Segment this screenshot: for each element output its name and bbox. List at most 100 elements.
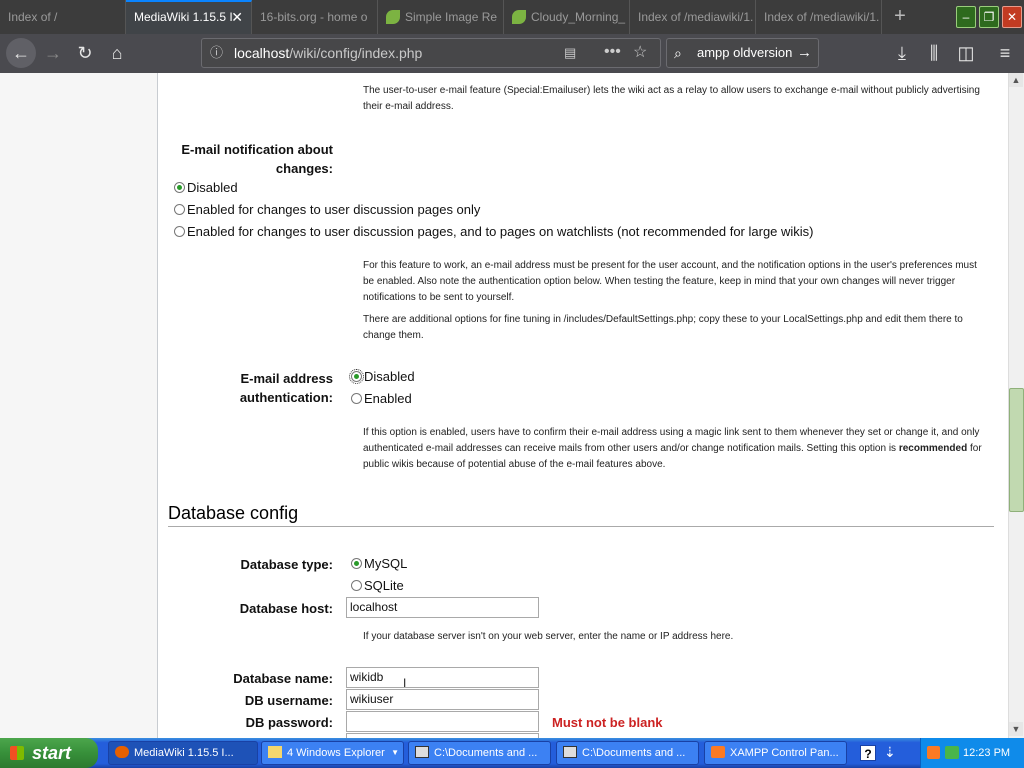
radio-selected-icon[interactable] (174, 182, 185, 193)
enotif-note: For this feature to work, an e-mail addr… (363, 260, 977, 303)
taskbar-item-label: XAMPP Control Pan... (730, 747, 839, 759)
library-icon[interactable]: ⫼ (919, 38, 949, 68)
navigation-toolbar: ← → ↻ ⌂ ⓘ localhost/wiki/config/index.ph… (0, 34, 1024, 73)
taskbar-item-cmd-1[interactable]: C:\Documents and ... (408, 741, 551, 765)
radio-icon[interactable] (174, 226, 185, 237)
leaf-favicon-icon (386, 10, 400, 24)
start-label: start (32, 743, 72, 763)
option-label: Enabled for changes to user discussion p… (187, 202, 481, 217)
db-user-label: DB username: (244, 693, 333, 708)
firefox-icon (115, 746, 129, 758)
search-bar[interactable]: ⌕ ampp oldversion → (666, 38, 819, 68)
option-label: Enabled for changes to user discussion p… (187, 224, 814, 239)
minimize-window-icon[interactable]: – (956, 6, 976, 28)
db-user-input[interactable]: wikiuser (346, 689, 539, 710)
eauth-option-disabled[interactable]: Disabled (349, 367, 415, 386)
section-heading: Database config (168, 503, 299, 523)
enotif-option-disabled[interactable]: Disabled (174, 178, 238, 197)
db-type-option-mysql[interactable]: MySQL (351, 554, 407, 573)
browser-tab-active[interactable]: MediaWiki 1.15.5 I ✕ (126, 0, 252, 34)
db-password-input[interactable] (346, 711, 539, 732)
home-icon[interactable]: ⌂ (102, 38, 132, 68)
browser-tab[interactable]: 16-bits.org - home o (252, 0, 378, 34)
scrollbar-thumb[interactable] (1009, 388, 1024, 512)
eauth-label: E-mail address authentication: (239, 371, 333, 405)
eauth-note: If this option is enabled, users have to… (363, 425, 993, 473)
scroll-down-arrow-icon[interactable]: ▼ (1009, 722, 1023, 736)
back-arrow-icon[interactable]: ← (6, 38, 36, 68)
taskbar-item-label: C:\Documents and ... (434, 747, 538, 759)
radio-selected-icon[interactable] (351, 558, 362, 569)
radio-icon[interactable] (174, 204, 185, 215)
radio-selected-icon[interactable] (349, 369, 364, 384)
enotif-option-discussion-watchlist[interactable]: Enabled for changes to user discussion p… (174, 222, 814, 241)
tab-title: 16-bits.org - home o (260, 10, 368, 24)
info-icon[interactable]: ⓘ (210, 39, 223, 67)
taskbar-item-label: C:\Documents and ... (582, 747, 686, 759)
scroll-up-arrow-icon[interactable]: ▲ (1009, 73, 1023, 87)
option-label: Enabled (364, 391, 412, 406)
start-button[interactable]: start (0, 738, 98, 768)
db-host-label: Database host: (239, 601, 333, 616)
taskbar-item-label: 4 Windows Explorer (287, 747, 385, 759)
command-prompt-icon (563, 746, 577, 758)
db-name-input[interactable]: wikidb (346, 667, 539, 688)
browser-tab[interactable]: Index of /mediawiki/1. (630, 0, 756, 34)
browser-tab[interactable]: Simple Image Re (378, 0, 504, 34)
close-window-icon[interactable]: ✕ (1002, 6, 1022, 28)
radio-icon[interactable] (351, 393, 362, 404)
radio-icon[interactable] (351, 580, 362, 591)
section-divider (168, 526, 994, 527)
xampp-tray-icon[interactable] (927, 746, 940, 759)
eauth-note-text: If this option is enabled, users have to… (363, 427, 980, 454)
search-go-arrow-icon[interactable]: → (797, 39, 812, 67)
browser-tab[interactable]: Index of /mediawiki/1. (756, 0, 882, 34)
eauth-note-bold: recommended (898, 443, 968, 454)
db-type-option-sqlite[interactable]: SQLite (351, 576, 404, 595)
taskbar-item-explorer[interactable]: 4 Windows Explorer ▼ (261, 741, 404, 765)
web-page: The user-to-user e-mail feature (Special… (0, 73, 1008, 738)
help-icon[interactable]: ? (860, 745, 876, 761)
menu-hamburger-icon[interactable]: ≡ (990, 38, 1020, 68)
db-password-label: DB password: (245, 715, 333, 730)
restore-window-icon[interactable]: ❐ (979, 6, 999, 28)
db-password-error: Must not be blank (552, 715, 663, 730)
db-host-input[interactable]: localhost (346, 597, 539, 618)
url-host: localhost (234, 45, 290, 61)
forward-arrow-icon[interactable]: → (38, 38, 68, 68)
option-label: Disabled (187, 180, 238, 195)
bookmark-star-icon[interactable]: ☆ (633, 39, 647, 67)
taskbar-item-firefox[interactable]: MediaWiki 1.15.5 I... (108, 741, 258, 765)
tab-title: Index of /mediawiki/1. (764, 10, 880, 24)
download-icon[interactable]: ⤓ (887, 38, 917, 68)
db-name-label: Database name: (233, 671, 333, 686)
chevron-down-icon: ▼ (391, 748, 399, 757)
new-tab-plus-icon[interactable]: + (888, 0, 912, 34)
browser-tab[interactable]: Index of / (0, 0, 126, 34)
search-text: ampp oldversion (697, 45, 793, 60)
page-actions-icon[interactable]: ••• (604, 39, 621, 65)
close-tab-icon[interactable]: ✕ (231, 2, 243, 33)
option-label: SQLite (364, 578, 404, 593)
reader-view-icon[interactable]: ▤ (564, 39, 576, 67)
address-bar[interactable]: ⓘ localhost/wiki/config/index.php ▤ ••• … (201, 38, 661, 68)
browser-tab[interactable]: Cloudy_Morning_ (504, 0, 630, 34)
quick-launch-arrow-icon[interactable]: ⇣ (884, 744, 896, 761)
system-tray: 12:23 PM (920, 738, 1024, 768)
reload-icon[interactable]: ↻ (70, 38, 100, 68)
enotif-settings-note: There are additional options for fine tu… (363, 314, 963, 341)
sidebar-toggle-icon[interactable]: ◫ (951, 38, 981, 68)
db-type-label: Database type: (240, 557, 333, 572)
taskbar-item-xampp[interactable]: XAMPP Control Pan... (704, 741, 847, 765)
network-tray-icon[interactable] (945, 746, 959, 759)
tab-title: Cloudy_Morning_ (531, 10, 626, 24)
taskbar-item-cmd-2[interactable]: C:\Documents and ... (556, 741, 699, 765)
option-label: Disabled (364, 369, 415, 384)
eauth-option-enabled[interactable]: Enabled (351, 389, 412, 408)
leaf-favicon-icon (512, 10, 526, 24)
browser-tab-bar: Index of / MediaWiki 1.15.5 I ✕ 16-bits.o… (0, 0, 1024, 34)
text-cursor-icon: I (403, 676, 407, 690)
url-text: localhost/wiki/config/index.php (234, 39, 422, 67)
enotif-option-discussion-only[interactable]: Enabled for changes to user discussion p… (174, 200, 480, 219)
emailuser-note: The user-to-user e-mail feature (Special… (363, 85, 980, 112)
